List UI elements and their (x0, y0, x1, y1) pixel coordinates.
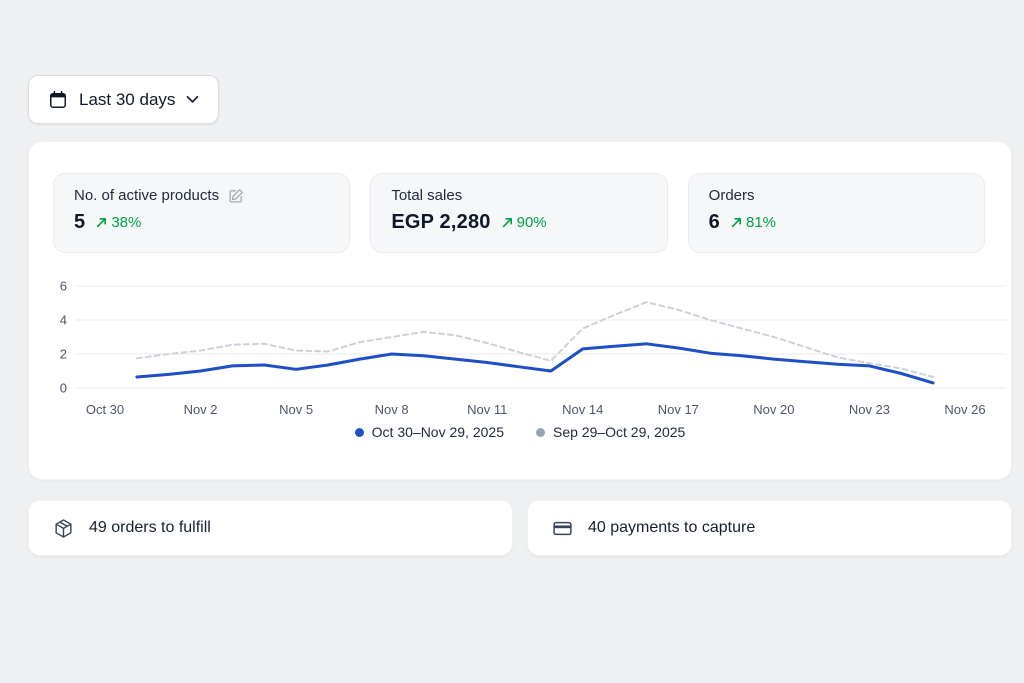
svg-text:Nov 8: Nov 8 (375, 402, 409, 417)
chevron-down-icon (186, 95, 199, 104)
metric-tile-orders[interactable]: Orders 6 81% (688, 173, 985, 253)
svg-text:6: 6 (60, 279, 67, 294)
chart-legend: Oct 30–Nov 29, 2025 Sep 29–Oct 29, 2025 (29, 424, 1011, 440)
metric-label: No. of active products (74, 187, 219, 204)
legend-dot-previous (536, 428, 545, 437)
sales-chart: 0 2 4 6 Oct 30 Nov 2 Nov 5 Nov 8 Nov 11 Nov 14 Nov… (53, 273, 1006, 423)
trend-up-icon (96, 217, 107, 228)
trend-up-icon (502, 217, 513, 228)
svg-text:Nov 17: Nov 17 (658, 402, 699, 417)
metric-label: Total sales (391, 187, 462, 204)
orders-to-fulfill-card[interactable]: 49 orders to fulfill (28, 500, 513, 556)
metric-tiles: No. of active products 5 38% (53, 173, 985, 253)
date-range-label: Last 30 days (79, 90, 175, 110)
analytics-card: No. of active products 5 38% (28, 141, 1012, 480)
svg-text:2: 2 (60, 347, 67, 362)
legend-label: Oct 30–Nov 29, 2025 (372, 424, 504, 440)
svg-text:Nov 23: Nov 23 (849, 402, 890, 417)
metric-change: 90% (502, 214, 547, 231)
metric-change: 38% (96, 214, 141, 231)
edit-icon[interactable] (228, 188, 244, 204)
legend-label: Sep 29–Oct 29, 2025 (553, 424, 685, 440)
action-label: 49 orders to fulfill (89, 519, 211, 537)
metric-label: Orders (709, 187, 755, 204)
svg-text:Nov 11: Nov 11 (467, 402, 507, 417)
svg-text:Nov 5: Nov 5 (279, 402, 313, 417)
metric-value: 6 (709, 211, 720, 234)
legend-current-period: Oct 30–Nov 29, 2025 (355, 424, 504, 440)
action-label: 40 payments to capture (588, 519, 755, 537)
svg-text:Nov 14: Nov 14 (562, 402, 603, 417)
legend-previous-period: Sep 29–Oct 29, 2025 (536, 424, 685, 440)
svg-text:Nov 20: Nov 20 (753, 402, 794, 417)
payments-to-capture-card[interactable]: 40 payments to capture (527, 500, 1012, 556)
svg-text:Nov 26: Nov 26 (944, 402, 985, 417)
trend-up-icon (731, 217, 742, 228)
metric-change: 81% (731, 214, 776, 231)
metric-tile-total-sales[interactable]: Total sales EGP 2,280 90% (370, 173, 667, 253)
metric-value: EGP 2,280 (391, 211, 490, 234)
metric-tile-active-products[interactable]: No. of active products 5 38% (53, 173, 350, 253)
date-range-button[interactable]: Last 30 days (28, 75, 219, 124)
svg-text:4: 4 (60, 313, 67, 328)
action-cards: 49 orders to fulfill 40 payments to capt… (28, 500, 1012, 556)
metric-value: 5 (74, 211, 85, 234)
svg-text:Oct 30: Oct 30 (86, 402, 124, 417)
calendar-icon (48, 90, 68, 110)
svg-text:0: 0 (60, 381, 67, 396)
legend-dot-current (355, 428, 364, 437)
package-icon (53, 518, 74, 539)
svg-text:Nov 2: Nov 2 (184, 402, 218, 417)
credit-card-icon (552, 518, 573, 539)
